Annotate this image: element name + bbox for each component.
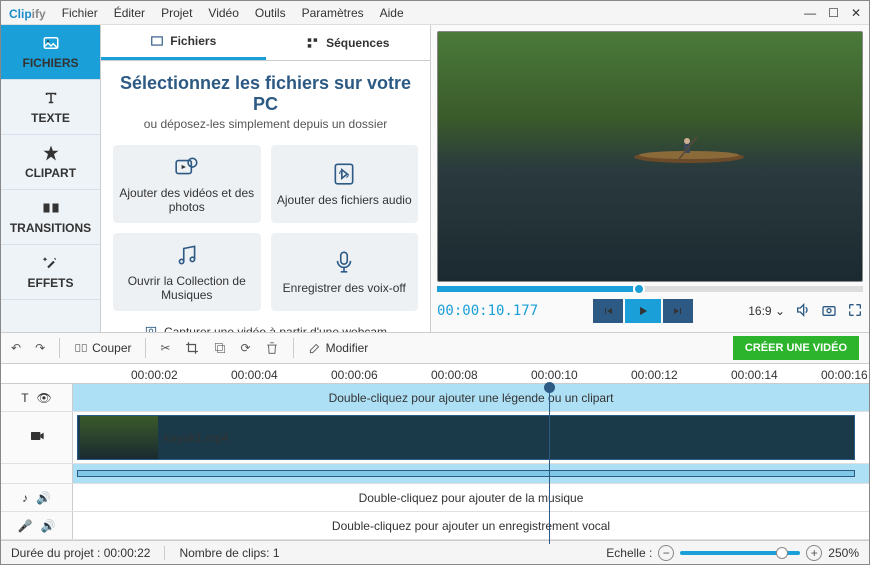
video-track-icon (29, 428, 45, 447)
music-collection-button[interactable]: Ouvrir la Collection de Musiques (113, 233, 261, 311)
prev-button[interactable] (593, 299, 623, 323)
add-videos-button[interactable]: Ajouter des vidéos et des photos (113, 145, 261, 223)
sidebar: FICHIERS TEXTE CLIPART TRANSITIONS EFFET… (1, 25, 101, 332)
video-track[interactable]: kayak1.mp4 (1, 412, 869, 464)
mute-icon[interactable]: 🔊 (36, 491, 51, 505)
scissors-icon[interactable]: ✂ (160, 341, 170, 355)
menu-bar: Clipify Fichier Éditer Projet Vidéo Outi… (1, 1, 869, 25)
status-bar: Durée du projet : 00:00:22 Nombre de cli… (1, 540, 869, 564)
panel-subtitle: ou déposez-les simplement depuis un doss… (113, 117, 418, 131)
volume-icon[interactable] (795, 302, 811, 321)
transition-track[interactable] (1, 464, 869, 484)
video-preview[interactable] (437, 31, 863, 282)
panel-title: Sélectionnez les fichiers sur votre PC (113, 73, 418, 115)
timeline: 00:00:0200:00:0400:00:0600:00:0800:00:10… (1, 364, 869, 540)
time-display: 00:00:10.177 (437, 303, 538, 319)
sidebar-tab-effects[interactable]: EFFETS (1, 245, 100, 300)
menu-tools[interactable]: Outils (255, 6, 286, 20)
snapshot-icon[interactable] (821, 302, 837, 321)
menu-file[interactable]: Fichier (62, 6, 98, 20)
maximize-icon[interactable]: ☐ (828, 6, 839, 20)
next-button[interactable] (663, 299, 693, 323)
panel-tab-files[interactable]: Fichiers (101, 25, 266, 60)
menu-edit[interactable]: Éditer (114, 6, 145, 20)
music-track[interactable]: ♪🔊 Double-cliquez pour ajouter de la mus… (1, 484, 869, 512)
close-icon[interactable]: ✕ (851, 6, 861, 20)
aspect-ratio[interactable]: 16:9 ⌄ (748, 304, 785, 318)
play-button[interactable] (625, 299, 661, 323)
sidebar-tab-text[interactable]: TEXTE (1, 80, 100, 135)
menu-project[interactable]: Projet (161, 6, 192, 20)
add-audio-button[interactable]: Ajouter des fichiers audio (271, 145, 419, 223)
duplicate-icon[interactable] (213, 341, 227, 355)
menu-settings[interactable]: Paramètres (302, 6, 364, 20)
delete-icon[interactable] (265, 341, 279, 355)
zoom-out-button[interactable]: − (658, 545, 674, 561)
files-panel: Fichiers Séquences Sélectionnez les fich… (101, 25, 431, 332)
menu-video[interactable]: Vidéo (208, 6, 238, 20)
create-video-button[interactable]: CRÉER UNE VIDÉO (733, 336, 859, 360)
mic-track-icon: 🎤 (18, 519, 33, 533)
clip-count: Nombre de clips: 1 (179, 546, 279, 560)
webcam-capture-link[interactable]: Capturer une vidéo à partir d'une webcam (144, 325, 387, 332)
redo-button[interactable]: ↷ (35, 341, 45, 355)
app-logo: Clipify (9, 5, 46, 21)
video-clip[interactable]: kayak1.mp4 (77, 415, 855, 460)
video-scrubber[interactable] (437, 286, 863, 292)
zoom-slider[interactable] (680, 551, 800, 555)
mute-icon[interactable]: 🔊 (41, 519, 56, 533)
visibility-icon[interactable]: 👁 (37, 391, 52, 405)
preview-pane: 00:00:10.177 16:9 ⌄ (431, 25, 869, 332)
music-track-icon: ♪ (22, 491, 28, 505)
menu-help[interactable]: Aide (380, 6, 404, 20)
caption-track[interactable]: T👁 Double-cliquez pour ajouter une légen… (1, 384, 869, 412)
duration-label: Durée du projet : 00:00:22 (11, 546, 150, 560)
sidebar-tab-transitions[interactable]: TRANSITIONS (1, 190, 100, 245)
zoom-value: 250% (828, 546, 859, 560)
minimize-icon[interactable]: — (804, 6, 816, 20)
text-track-icon: T (21, 391, 28, 405)
panel-tab-sequences[interactable]: Séquences (266, 25, 431, 60)
cut-button[interactable]: Couper (74, 341, 131, 355)
edit-toolbar: ↶ ↷ Couper ✂ ⟳ Modifier CRÉER UNE VIDÉO (1, 332, 869, 364)
zoom-in-button[interactable]: + (806, 545, 822, 561)
sidebar-tab-files[interactable]: FICHIERS (1, 25, 100, 80)
record-voiceover-button[interactable]: Enregistrer des voix-off (271, 233, 419, 311)
modify-button[interactable]: Modifier (308, 341, 369, 355)
timeline-ruler[interactable]: 00:00:0200:00:0400:00:0600:00:0800:00:10… (1, 364, 869, 384)
playhead[interactable] (549, 384, 550, 544)
fullscreen-icon[interactable] (847, 302, 863, 321)
voice-track[interactable]: 🎤🔊 Double-cliquez pour ajouter un enregi… (1, 512, 869, 540)
undo-button[interactable]: ↶ (11, 341, 21, 355)
sidebar-tab-clipart[interactable]: CLIPART (1, 135, 100, 190)
crop-icon[interactable] (185, 341, 199, 355)
rotate-icon[interactable]: ⟳ (241, 341, 251, 355)
